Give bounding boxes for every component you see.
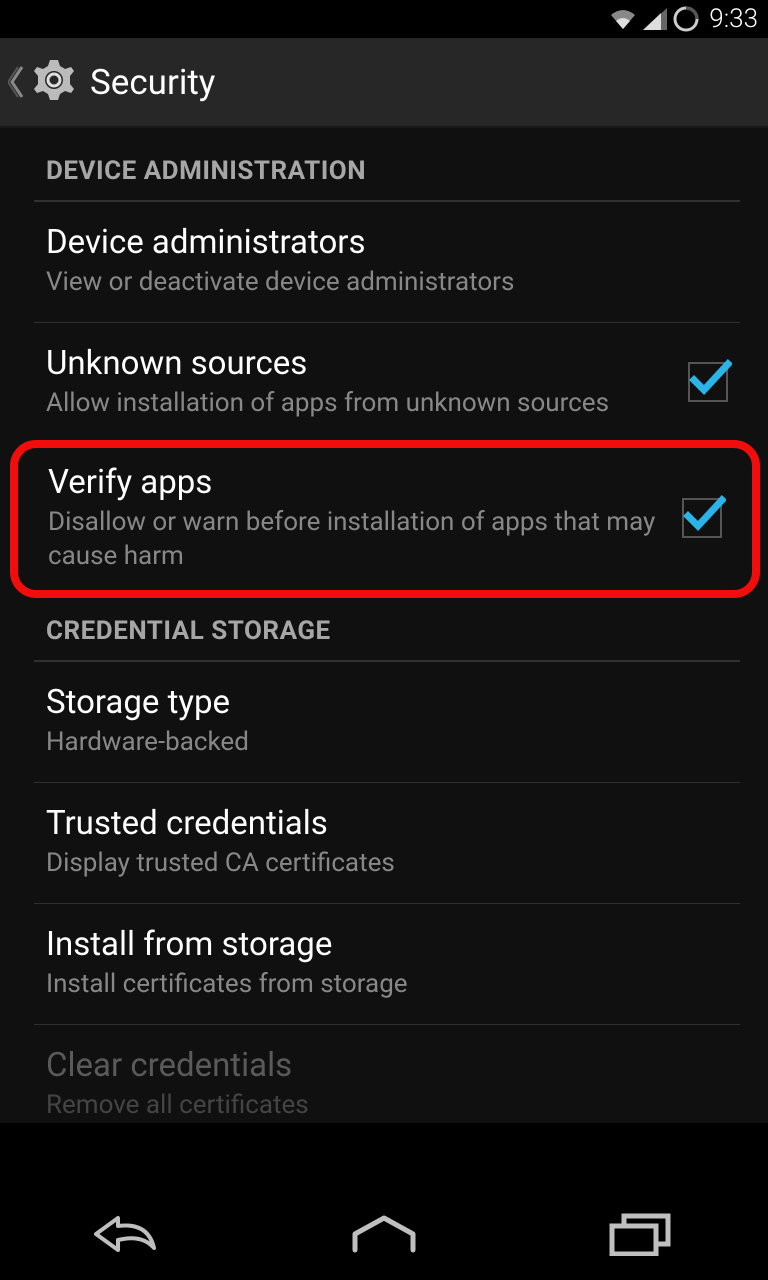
setting-install-from-storage[interactable]: Install from storage Install certificate… xyxy=(34,904,740,1025)
setting-title: Install from storage xyxy=(46,924,728,965)
setting-subtitle: Remove all certificates xyxy=(46,1089,728,1123)
sync-icon xyxy=(673,6,699,32)
setting-unknown-sources[interactable]: Unknown sources Allow installation of ap… xyxy=(34,323,740,444)
setting-storage-type[interactable]: Storage type Hardware-backed xyxy=(34,662,740,783)
status-bar: 9:33 xyxy=(0,0,768,38)
nav-recent-button[interactable] xyxy=(580,1199,700,1269)
cell-signal-icon xyxy=(643,8,667,30)
section-header-device-admin: DEVICE ADMINISTRATION xyxy=(34,128,740,202)
section-header-credential-storage: CREDENTIAL STORAGE xyxy=(34,596,740,662)
header[interactable]: Security xyxy=(0,38,768,128)
setting-subtitle: Display trusted CA certificates xyxy=(46,847,728,881)
content-area: DEVICE ADMINISTRATION Device administrat… xyxy=(0,128,768,1123)
wifi-icon xyxy=(609,8,637,30)
setting-title: Trusted credentials xyxy=(46,803,728,844)
setting-subtitle: View or deactivate device administrators xyxy=(46,266,728,300)
page-title: Security xyxy=(90,62,215,103)
setting-clear-credentials: Clear credentials Remove all certificate… xyxy=(34,1025,740,1123)
setting-subtitle: Disallow or warn before installation of … xyxy=(48,506,664,574)
setting-subtitle: Hardware-backed xyxy=(46,726,728,760)
checkbox-unknown-sources[interactable] xyxy=(688,362,728,402)
nav-home-button[interactable] xyxy=(324,1199,444,1269)
setting-device-administrators[interactable]: Device administrators View or deactivate… xyxy=(34,202,740,323)
setting-verify-apps[interactable]: Verify apps Disallow or warn before inst… xyxy=(10,440,760,598)
back-icon[interactable] xyxy=(8,65,26,99)
setting-title: Verify apps xyxy=(48,462,664,503)
nav-back-button[interactable] xyxy=(68,1199,188,1269)
setting-subtitle: Allow installation of apps from unknown … xyxy=(46,387,670,421)
setting-subtitle: Install certificates from storage xyxy=(46,968,728,1002)
setting-title: Storage type xyxy=(46,682,728,723)
setting-title: Unknown sources xyxy=(46,343,670,384)
setting-title: Clear credentials xyxy=(46,1045,728,1086)
status-clock: 9:33 xyxy=(709,4,758,34)
setting-trusted-credentials[interactable]: Trusted credentials Display trusted CA c… xyxy=(34,783,740,904)
navigation-bar xyxy=(0,1188,768,1280)
setting-title: Device administrators xyxy=(46,222,728,263)
settings-gear-icon xyxy=(30,56,78,108)
checkbox-verify-apps[interactable] xyxy=(682,498,722,538)
